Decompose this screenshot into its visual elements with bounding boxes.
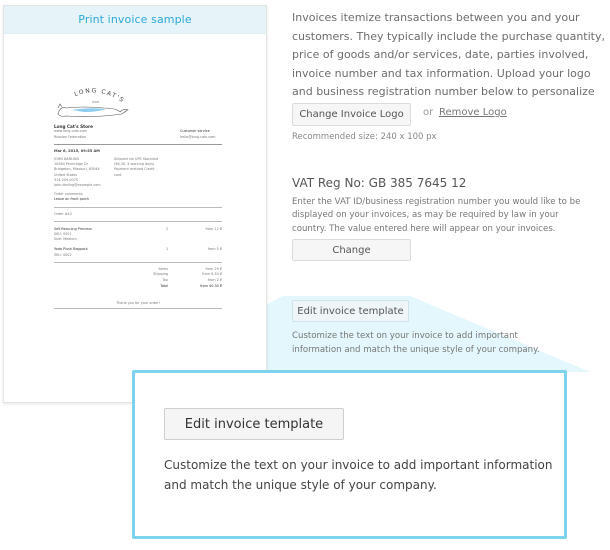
template-description-zoomed: Customize the text on your invoice to ad… xyxy=(164,458,553,492)
store-country: Russian Federation xyxy=(54,134,87,139)
recommended-size-hint: Recommended size: 240 x 100 px xyxy=(292,132,437,142)
invoice-line-item: Yoda Plush Bagpack SKU: 0002 1 from 5 ₽ xyxy=(54,247,222,257)
print-invoice-sample-link[interactable]: Print invoice sample xyxy=(78,13,191,26)
invoice-preview-card: Print invoice sample LONG CAT'S SHOP Lon… xyxy=(3,5,267,403)
order-comments: Leave on front porch xyxy=(54,197,90,202)
svg-text:LONG CAT'S: LONG CAT'S xyxy=(73,87,126,104)
order-number: Order #42 xyxy=(54,211,72,216)
zoom-callout: Edit invoice template Customize the text… xyxy=(132,370,567,539)
shipping-info: Shipped via UPS Standard ($6.30, 3 worki… xyxy=(114,157,159,177)
or-separator: or xyxy=(423,107,434,118)
thank-you-note: Thank you for your order! xyxy=(116,301,160,306)
long-cats-logo: LONG CAT'S SHOP xyxy=(57,87,129,117)
invoice-date: Mar 6, 2015, 09:55 AM xyxy=(54,148,100,153)
vat-description: Enter the VAT ID/business registration n… xyxy=(292,197,581,234)
customer-address: JOHN DARLING 10940 Pennridge Dr Bridgeto… xyxy=(54,157,101,188)
invoice-totals: Items from 29 ₽ Shipping from 6.30 ₽ Tax fr… xyxy=(153,266,222,288)
customer-service-email: hello@long-cats.com xyxy=(180,134,216,139)
change-invoice-logo-button[interactable]: Change Invoice Logo xyxy=(292,103,411,126)
preview-header: Print invoice sample xyxy=(4,6,266,34)
logo-subtext: SHOP xyxy=(92,100,100,104)
change-vat-button[interactable]: Change xyxy=(292,239,411,261)
logo-text: LONG CAT'S xyxy=(73,87,124,104)
vat-reg-number: VAT Reg No: GB 385 7645 12 xyxy=(292,176,467,190)
edit-invoice-template-button-zoomed[interactable]: Edit invoice template xyxy=(164,408,344,440)
invoice-sample: LONG CAT'S SHOP Long Cat's Store www.lon… xyxy=(54,86,222,313)
invoice-line-item: Self-Rescuing Princess SKU: 0001 Size: M… xyxy=(54,226,222,242)
template-description: Customize the text on your invoice to ad… xyxy=(292,331,540,355)
edit-invoice-template-button[interactable]: Edit invoice template xyxy=(292,300,409,322)
store-website: www.long-cats.com xyxy=(54,129,87,134)
remove-logo-link[interactable]: Remove Logo xyxy=(439,107,507,118)
